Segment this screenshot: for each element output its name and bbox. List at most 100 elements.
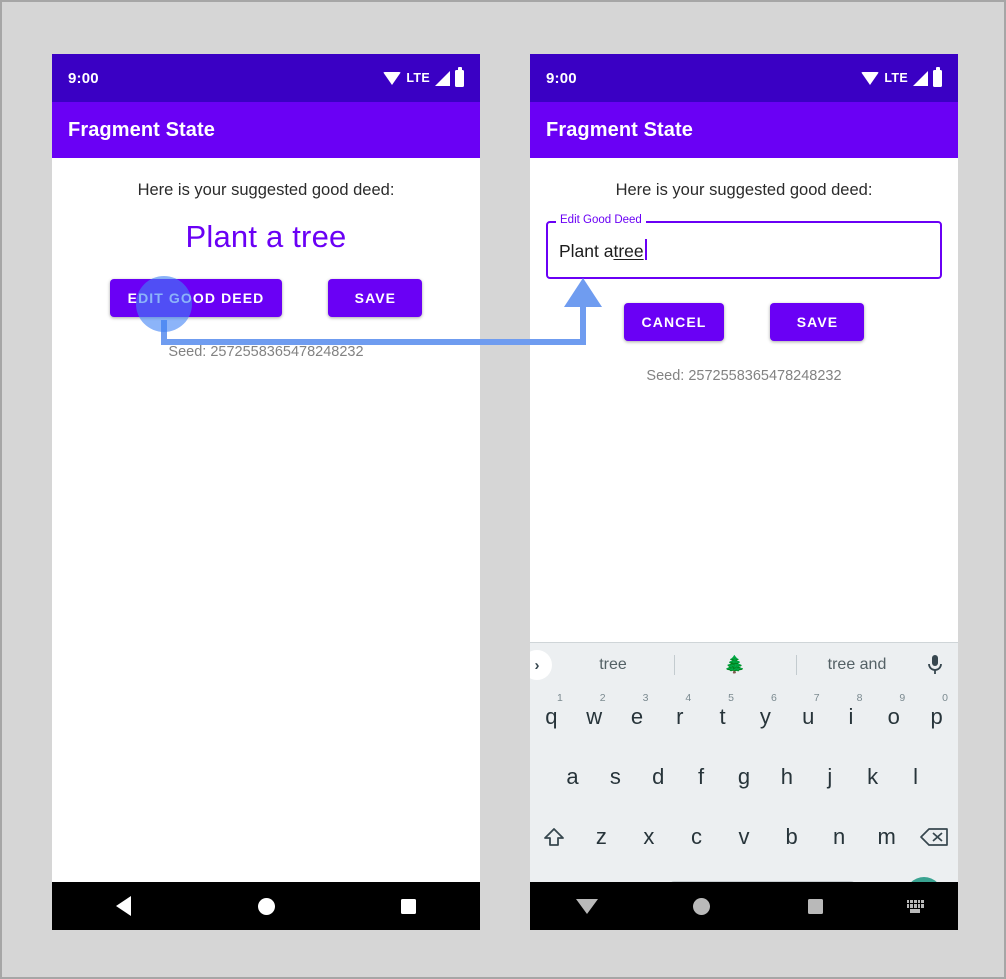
- key-r[interactable]: r4: [658, 690, 701, 744]
- key-w[interactable]: w2: [573, 690, 616, 744]
- nav-recents-button[interactable]: [337, 898, 480, 914]
- key-q[interactable]: q1: [530, 690, 573, 744]
- microphone-icon[interactable]: [918, 654, 952, 676]
- good-deed-headline: Plant a tree: [185, 219, 347, 254]
- key-label: o: [887, 704, 900, 729]
- recents-square-icon: [401, 898, 417, 914]
- key-v[interactable]: v: [720, 810, 768, 864]
- key-n[interactable]: n: [815, 810, 863, 864]
- signal-icon: [435, 70, 450, 86]
- wifi-icon: [383, 71, 402, 85]
- key-label: u: [802, 704, 815, 729]
- recents-square-icon: [807, 898, 823, 914]
- nav-bar-right: [530, 882, 958, 930]
- key-a[interactable]: a: [551, 750, 594, 804]
- chevron-right-icon[interactable]: ›: [530, 650, 552, 680]
- key-number: 3: [642, 692, 649, 704]
- nav-home-button[interactable]: [195, 897, 338, 915]
- home-circle-icon: [692, 897, 710, 915]
- key-u[interactable]: u7: [787, 690, 830, 744]
- key-f[interactable]: f: [680, 750, 723, 804]
- nav-bar-left: [52, 882, 480, 930]
- nav-back-button[interactable]: [530, 898, 644, 914]
- key-z[interactable]: z: [578, 810, 626, 864]
- key-m[interactable]: m: [863, 810, 911, 864]
- app-bar-right: Fragment State: [530, 102, 958, 158]
- keyboard-icon: [906, 899, 924, 913]
- backspace-key[interactable]: [910, 810, 958, 864]
- down-triangle-icon: [576, 898, 599, 914]
- keyboard-row-3: z x c v b n m: [530, 807, 958, 867]
- lte-label: LTE: [406, 71, 430, 85]
- key-label: p: [930, 704, 943, 729]
- app-bar-left: Fragment State: [52, 102, 480, 158]
- phone-left: 9:00 LTE Fragment State Here is your sug…: [52, 54, 480, 930]
- shift-icon: [543, 828, 564, 846]
- button-row-right: CANCEL SAVE: [530, 303, 958, 341]
- screenshot-canvas: 9:00 LTE Fragment State Here is your sug…: [0, 0, 1006, 979]
- signal-icon: [913, 70, 928, 86]
- key-number: 2: [599, 692, 606, 704]
- key-label: q: [545, 704, 558, 729]
- keyboard-row-1: q1 w2 e3 r4 t5 y6 u7 i8 o9 p0: [530, 687, 958, 747]
- keyboard-row-2: a s d f g h j k l: [530, 747, 958, 807]
- key-x[interactable]: x: [625, 810, 673, 864]
- key-o[interactable]: o9: [872, 690, 915, 744]
- key-c[interactable]: c: [673, 810, 721, 864]
- nav-back-button[interactable]: [52, 896, 195, 916]
- key-number: 6: [770, 692, 777, 704]
- status-bar-right: 9:00 LTE: [530, 54, 958, 102]
- battery-icon: [933, 66, 942, 87]
- key-number: 4: [685, 692, 692, 704]
- back-triangle-icon: [115, 896, 131, 916]
- key-j[interactable]: j: [808, 750, 851, 804]
- key-s[interactable]: s: [594, 750, 637, 804]
- save-button[interactable]: SAVE: [770, 303, 865, 341]
- status-icons: LTE: [383, 66, 464, 87]
- status-time: 9:00: [68, 69, 99, 87]
- suggestion-strip: › tree 🌲 tree and: [530, 643, 958, 687]
- key-g[interactable]: g: [723, 750, 766, 804]
- key-number: 7: [813, 692, 820, 704]
- key-label: e: [630, 704, 644, 729]
- status-bar-left: 9:00 LTE: [52, 54, 480, 102]
- wifi-icon: [861, 71, 880, 85]
- prompt-text: Here is your suggested good deed:: [615, 181, 873, 199]
- nav-keyboard-button[interactable]: [872, 899, 958, 913]
- battery-icon: [455, 66, 464, 87]
- backspace-icon: [920, 828, 949, 846]
- key-label: y: [759, 704, 771, 729]
- save-button[interactable]: SAVE: [328, 279, 423, 317]
- suggestion-1[interactable]: 🌲: [674, 655, 796, 675]
- suggestion-2[interactable]: tree and: [796, 656, 918, 674]
- cancel-button[interactable]: CANCEL: [623, 303, 725, 341]
- key-k[interactable]: k: [851, 750, 894, 804]
- content-left: Here is your suggested good deed: Plant …: [52, 158, 480, 930]
- key-number: 9: [899, 692, 906, 704]
- suggestion-0[interactable]: tree: [552, 656, 674, 674]
- edit-good-deed-text-field[interactable]: Edit Good Deed Plant a tree: [546, 213, 942, 279]
- status-time: 9:00: [546, 69, 577, 87]
- seed-text: Seed: 2572558365478248232: [646, 368, 842, 384]
- key-d[interactable]: d: [637, 750, 680, 804]
- key-p[interactable]: p0: [915, 690, 958, 744]
- nav-recents-button[interactable]: [758, 898, 872, 914]
- home-circle-icon: [257, 897, 275, 915]
- nav-home-button[interactable]: [644, 897, 758, 915]
- page-title: Fragment State: [546, 118, 693, 141]
- key-b[interactable]: b: [768, 810, 816, 864]
- status-icons: LTE: [861, 66, 942, 87]
- key-e[interactable]: e3: [616, 690, 659, 744]
- key-i[interactable]: i8: [830, 690, 873, 744]
- key-l[interactable]: l: [894, 750, 937, 804]
- phone-right: 9:00 LTE Fragment State Here is your sug…: [530, 54, 958, 930]
- key-number: 1: [556, 692, 563, 704]
- key-label: w: [586, 704, 603, 729]
- key-y[interactable]: y6: [744, 690, 787, 744]
- key-t[interactable]: t5: [701, 690, 744, 744]
- key-label: i: [848, 704, 854, 729]
- key-number: 5: [728, 692, 735, 704]
- key-h[interactable]: h: [765, 750, 808, 804]
- text-value-composing: tree: [613, 241, 644, 261]
- shift-key[interactable]: [530, 810, 578, 864]
